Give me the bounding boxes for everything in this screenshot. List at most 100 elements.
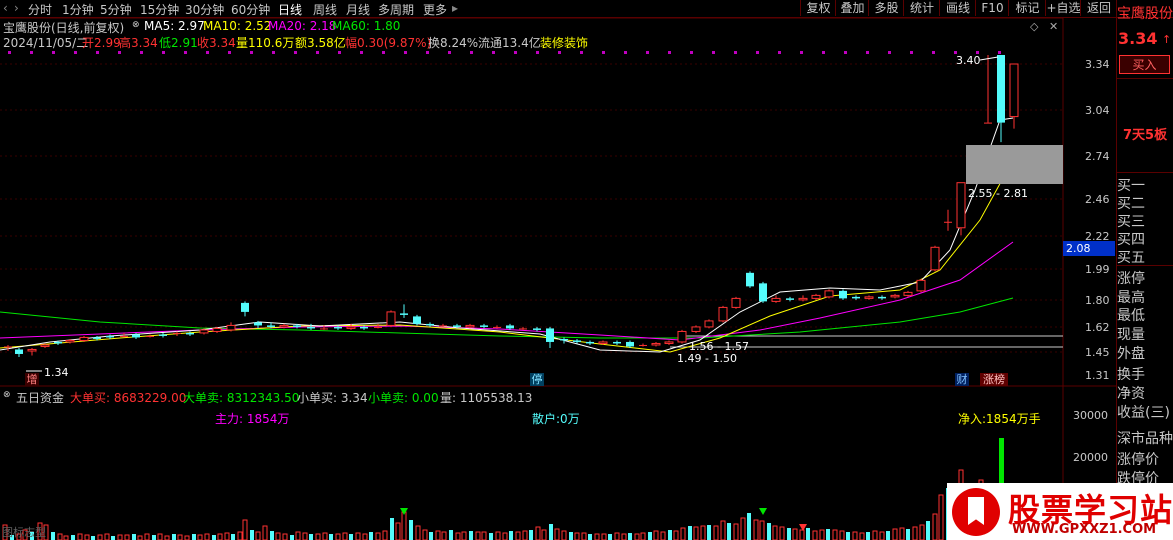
volume-bar xyxy=(117,534,123,540)
volume-bar xyxy=(601,533,607,540)
volume-bar xyxy=(792,528,798,540)
volume-bar xyxy=(455,532,461,540)
panel-indicator-icon[interactable]: ⊗ xyxy=(3,390,11,400)
event-dot xyxy=(74,51,77,54)
stat-label: 涨停 xyxy=(1117,271,1145,287)
candle-body xyxy=(731,297,741,308)
volume-bar xyxy=(231,534,235,540)
high-price-mark: 3.40 xyxy=(956,54,981,67)
volume-bar xyxy=(740,517,746,540)
event-dot xyxy=(404,51,407,54)
volume-bar xyxy=(846,532,850,540)
event-tag-zhangbang[interactable]: 涨榜 xyxy=(980,373,1008,386)
candle-body xyxy=(226,324,236,331)
vol-axis-30000: 30000 xyxy=(1073,409,1108,422)
volume-bar xyxy=(51,532,55,540)
price-tick: 1.62 xyxy=(1085,321,1110,334)
volume-bar xyxy=(879,531,885,540)
event-tag-cai[interactable]: 财 xyxy=(955,373,969,386)
volume-bar xyxy=(375,532,381,540)
big-sell-label: 大单卖: 8312343.50 xyxy=(183,391,300,405)
volume-bar xyxy=(554,528,560,540)
volume-bar xyxy=(342,532,348,540)
volume-bar xyxy=(282,533,288,540)
close-icon[interactable]: ✕ xyxy=(1049,20,1058,33)
net-inflow-label: 净入:1854万手 xyxy=(958,412,1041,426)
ma10-label: MA10: 2.52 xyxy=(203,19,272,33)
event-tag-mid[interactable]: 停 xyxy=(530,373,544,386)
candle-body xyxy=(759,283,767,302)
price-tick: 3.04 xyxy=(1085,104,1110,117)
volume-bar xyxy=(197,534,203,540)
range-label-2: 1.49 - 1.50 xyxy=(677,352,737,365)
candle-body xyxy=(956,182,966,229)
candle-body xyxy=(944,221,952,223)
vol-value-label: 量: 1105538.13 xyxy=(440,391,533,405)
volume-bar xyxy=(932,513,938,540)
volume-bar xyxy=(561,530,567,540)
event-dot xyxy=(998,51,1001,54)
candle-body xyxy=(1009,63,1019,118)
date-label: 2024/11/05/二 xyxy=(3,36,89,50)
volume-bar xyxy=(852,531,858,540)
ma5-label: MA5: 2.97 xyxy=(144,19,205,33)
volume-bar xyxy=(912,526,918,540)
volume-bar xyxy=(899,527,905,540)
volume-bar xyxy=(839,530,845,540)
candle-body xyxy=(241,302,249,312)
volume-bar xyxy=(588,534,592,540)
candle-body xyxy=(320,328,328,330)
diamond-icon[interactable]: ◇ xyxy=(1030,20,1038,33)
event-dot xyxy=(668,51,671,54)
volume-bar xyxy=(673,530,679,540)
volume-bar xyxy=(581,532,587,540)
stat-label: 最高 xyxy=(1117,290,1145,306)
stat-label: 净资 xyxy=(1117,386,1145,402)
volume-bar xyxy=(906,529,910,540)
kline-chart[interactable] xyxy=(0,0,1173,540)
volume-bar xyxy=(395,522,401,540)
buy-button[interactable]: 买入 xyxy=(1119,55,1170,74)
event-dot xyxy=(162,51,165,54)
price-tick: 3.34 xyxy=(1085,58,1110,71)
candle-body xyxy=(120,335,128,337)
limit-up-streak: 7天5板 xyxy=(1123,128,1168,143)
volume-bar xyxy=(872,530,878,540)
volume-bar xyxy=(700,525,706,540)
candle-body xyxy=(465,324,475,328)
ma-indicator-icon[interactable]: ⊗ xyxy=(132,20,140,30)
volume-bar xyxy=(390,518,394,540)
volume-bar xyxy=(184,535,190,540)
volume-bar xyxy=(275,532,281,540)
volume-bar xyxy=(97,534,103,540)
volume-bar xyxy=(621,533,627,540)
candle-body xyxy=(54,341,62,344)
volume-bar xyxy=(799,529,805,540)
volume-bar xyxy=(529,530,533,540)
volume-bar xyxy=(152,535,156,540)
event-dot xyxy=(118,51,121,54)
ma10-line xyxy=(0,159,1014,353)
float-label: 流通13.4亿 xyxy=(478,36,541,50)
volume-bar xyxy=(812,530,818,540)
vol-axis-20000: 20000 xyxy=(1073,451,1108,464)
volume-bar xyxy=(177,534,183,540)
volume-bar xyxy=(429,532,433,540)
volume-bar xyxy=(574,532,580,540)
event-dot xyxy=(514,51,517,54)
event-tag-zeng[interactable]: 增 xyxy=(25,373,39,386)
change-label: 幅0.30(9.87%) xyxy=(345,36,432,50)
candle-body xyxy=(613,341,621,344)
ma20-label: MA20: 2.18 xyxy=(268,19,337,33)
sidebar-stock-name: 宝鹰股份 xyxy=(1117,6,1173,22)
event-dot xyxy=(250,51,253,54)
candle-body xyxy=(146,335,154,337)
volume-bar xyxy=(549,524,553,540)
candle-body xyxy=(746,272,754,287)
event-dot xyxy=(866,51,869,54)
volume-marker-icon xyxy=(400,508,408,515)
retail-label: 散户:0万 xyxy=(532,412,580,426)
volume-bar xyxy=(614,532,620,540)
volume-bar xyxy=(648,532,652,540)
volume-bar xyxy=(295,531,301,540)
